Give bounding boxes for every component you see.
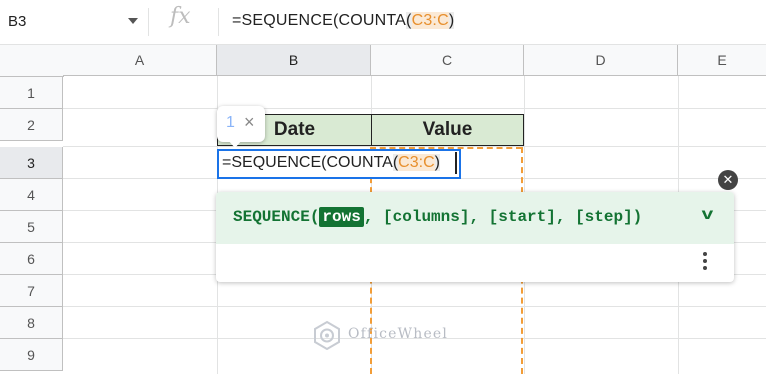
row-header-7[interactable]: 7 — [0, 275, 63, 307]
function-signature-band[interactable]: SEQUENCE(rows, [columns], [start], [step… — [216, 192, 734, 244]
column-header-a[interactable]: A — [63, 45, 217, 76]
name-box[interactable]: B3 — [0, 8, 149, 36]
row-header-1[interactable]: 1 — [0, 77, 63, 109]
close-icon[interactable]: × — [244, 112, 255, 133]
select-all-corner[interactable] — [0, 45, 64, 77]
bubble-tail — [228, 140, 242, 148]
formula-range-ref: C3:C — [411, 12, 449, 29]
range-count: 1 — [226, 114, 235, 131]
divider — [218, 8, 219, 36]
officewheel-logo-icon — [314, 320, 340, 350]
column-header-b[interactable]: B — [217, 45, 371, 76]
more-vert-icon[interactable] — [703, 252, 707, 273]
row-header-4[interactable]: 4 — [0, 179, 63, 211]
cell-c2[interactable]: Value — [371, 114, 524, 146]
row-header-3[interactable]: 3 — [0, 147, 63, 179]
row-header-5[interactable]: 5 — [0, 211, 63, 243]
formula-input[interactable]: =SEQUENCE(COUNTA(C3:C) — [232, 12, 455, 30]
column-header-c[interactable]: C — [371, 45, 524, 76]
watermark-text: OfficeWheel — [348, 326, 449, 342]
gridline — [63, 108, 766, 109]
text-cursor — [455, 152, 457, 174]
gridline — [63, 306, 766, 307]
fx-icon: fx — [170, 4, 191, 29]
column-header-e[interactable]: E — [678, 45, 766, 76]
function-name: SEQUENCE( — [233, 208, 320, 226]
row-header-9[interactable]: 9 — [0, 339, 63, 371]
row-header-6[interactable]: 6 — [0, 243, 63, 275]
cell-editor-text[interactable]: =SEQUENCE(COUNTA(C3:C) — [222, 154, 440, 172]
range-count-bubble: 1 × — [217, 106, 265, 142]
cell-formula-paren-close: ) — [434, 154, 440, 171]
formula-bar: B3 fx =SEQUENCE(COUNTA(C3:C) — [0, 0, 766, 45]
cell-formula-text: =SEQUENCE(COUNTA — [222, 154, 393, 171]
chevron-down-icon[interactable] — [128, 18, 138, 24]
cell-formula-range-ref: C3:C — [398, 154, 435, 171]
remaining-arguments: , [columns], [start], [step]) — [363, 208, 643, 226]
function-signature: SEQUENCE(rows, [columns], [start], [step… — [233, 207, 643, 227]
formula-text: =SEQUENCE(COUNTA — [232, 12, 407, 29]
chevron-down-icon[interactable]: v — [702, 206, 714, 224]
row-header-8[interactable]: 8 — [0, 307, 63, 339]
name-box-ref: B3 — [8, 13, 27, 30]
column-header-d[interactable]: D — [524, 45, 678, 76]
row-header-2[interactable]: 2 — [0, 109, 63, 141]
function-help-popup: SEQUENCE(rows, [columns], [start], [step… — [216, 192, 734, 282]
formula-paren-close: ) — [448, 12, 455, 29]
active-argument: rows — [319, 207, 364, 227]
close-icon[interactable]: ✕ — [718, 170, 738, 190]
formula-paren-open: ( — [406, 12, 412, 29]
